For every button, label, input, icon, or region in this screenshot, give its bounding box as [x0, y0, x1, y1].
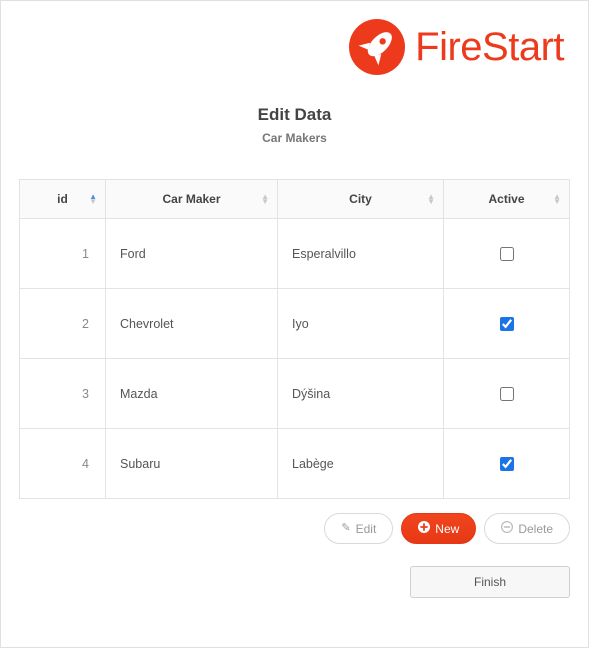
button-label: New: [435, 522, 459, 536]
action-buttons: ✎ Edit New Delete: [19, 513, 570, 544]
col-header-label: id: [57, 192, 68, 206]
cell-active: [444, 359, 570, 429]
button-label: Delete: [518, 522, 553, 536]
button-label: Finish: [474, 575, 506, 589]
brand-logo: FireStart: [349, 19, 564, 75]
cell-active: [444, 429, 570, 499]
delete-button[interactable]: Delete: [484, 513, 570, 544]
cell-city: Iyo: [278, 289, 444, 359]
cell-id: 1: [20, 219, 106, 289]
table-row[interactable]: 1FordEsperalvillo: [20, 219, 570, 289]
sort-icon[interactable]: ▲▼: [261, 194, 269, 204]
table-header-row: id ▲▼ Car Maker ▲▼ City ▲▼ Active ▲▼: [20, 180, 570, 219]
col-header-label: City: [349, 192, 372, 206]
finish-button[interactable]: Finish: [410, 566, 570, 598]
cell-maker: Ford: [106, 219, 278, 289]
cell-active: [444, 289, 570, 359]
edit-button[interactable]: ✎ Edit: [324, 513, 393, 544]
active-checkbox[interactable]: [500, 247, 514, 261]
cell-maker: Chevrolet: [106, 289, 278, 359]
page-subtitle: Car Makers: [19, 131, 570, 145]
active-checkbox[interactable]: [500, 317, 514, 331]
cell-id: 4: [20, 429, 106, 499]
rocket-icon: [349, 19, 405, 75]
minus-circle-icon: [501, 521, 513, 536]
cell-maker: Mazda: [106, 359, 278, 429]
col-header-active[interactable]: Active ▲▼: [444, 180, 570, 219]
col-header-city[interactable]: City ▲▼: [278, 180, 444, 219]
cell-active: [444, 219, 570, 289]
cell-city: Labège: [278, 429, 444, 499]
dialog-frame: FireStart Edit Data Car Makers id ▲▼ Car…: [0, 0, 589, 648]
table-row[interactable]: 2ChevroletIyo: [20, 289, 570, 359]
sort-icon[interactable]: ▲▼: [553, 194, 561, 204]
data-table: id ▲▼ Car Maker ▲▼ City ▲▼ Active ▲▼ 1Fo…: [19, 179, 570, 499]
col-header-id[interactable]: id ▲▼: [20, 180, 106, 219]
cell-city: Dýšina: [278, 359, 444, 429]
cell-maker: Subaru: [106, 429, 278, 499]
table-row[interactable]: 3MazdaDýšina: [20, 359, 570, 429]
new-button[interactable]: New: [401, 513, 476, 544]
col-header-label: Car Maker: [162, 192, 220, 206]
col-header-maker[interactable]: Car Maker ▲▼: [106, 180, 278, 219]
footer-row: Finish: [19, 566, 570, 598]
brand-name: FireStart: [415, 25, 564, 70]
table-row[interactable]: 4SubaruLabège: [20, 429, 570, 499]
cell-id: 3: [20, 359, 106, 429]
logo-area: FireStart: [19, 19, 570, 75]
cell-city: Esperalvillo: [278, 219, 444, 289]
active-checkbox[interactable]: [500, 387, 514, 401]
cell-id: 2: [20, 289, 106, 359]
active-checkbox[interactable]: [500, 457, 514, 471]
button-label: Edit: [356, 522, 377, 536]
plus-circle-icon: [418, 521, 430, 536]
pencil-icon: ✎: [341, 523, 350, 534]
page-title: Edit Data: [19, 105, 570, 125]
col-header-label: Active: [488, 192, 524, 206]
sort-icon[interactable]: ▲▼: [89, 194, 97, 204]
sort-icon[interactable]: ▲▼: [427, 194, 435, 204]
